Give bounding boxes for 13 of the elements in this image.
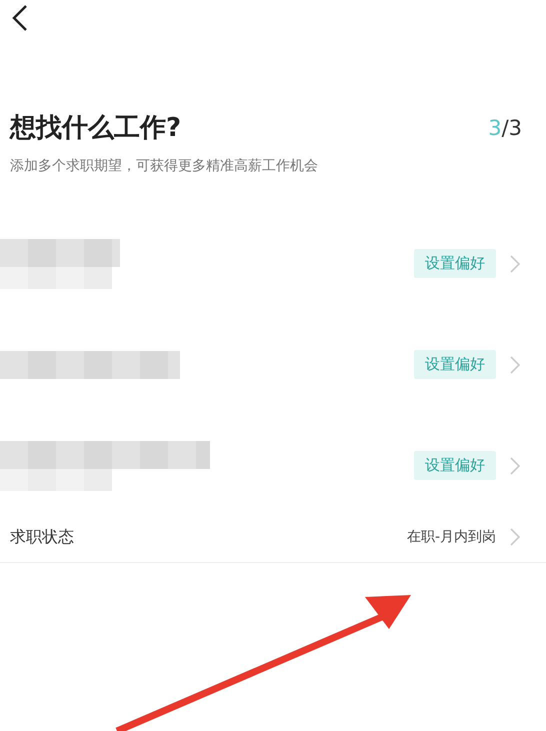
back-icon[interactable] [12, 4, 28, 32]
chevron-right-icon [510, 254, 520, 272]
chevron-right-icon [510, 356, 520, 374]
chevron-right-icon [510, 528, 520, 546]
page-title: 想找什么工作? [10, 112, 182, 145]
set-preference-button[interactable]: 设置偏好 [414, 350, 496, 379]
status-label: 求职状态 [10, 526, 74, 548]
step-counter: 3/3 [488, 116, 522, 140]
subtitle: 添加多个求职期望，可获得更多精准高薪工作机会 [9, 157, 319, 175]
set-preference-button[interactable]: 设置偏好 [414, 451, 496, 480]
status-value[interactable]: 在职-月内到岗 [406, 528, 496, 546]
chevron-right-icon [510, 456, 520, 474]
set-preference-button[interactable]: 设置偏好 [414, 249, 496, 278]
